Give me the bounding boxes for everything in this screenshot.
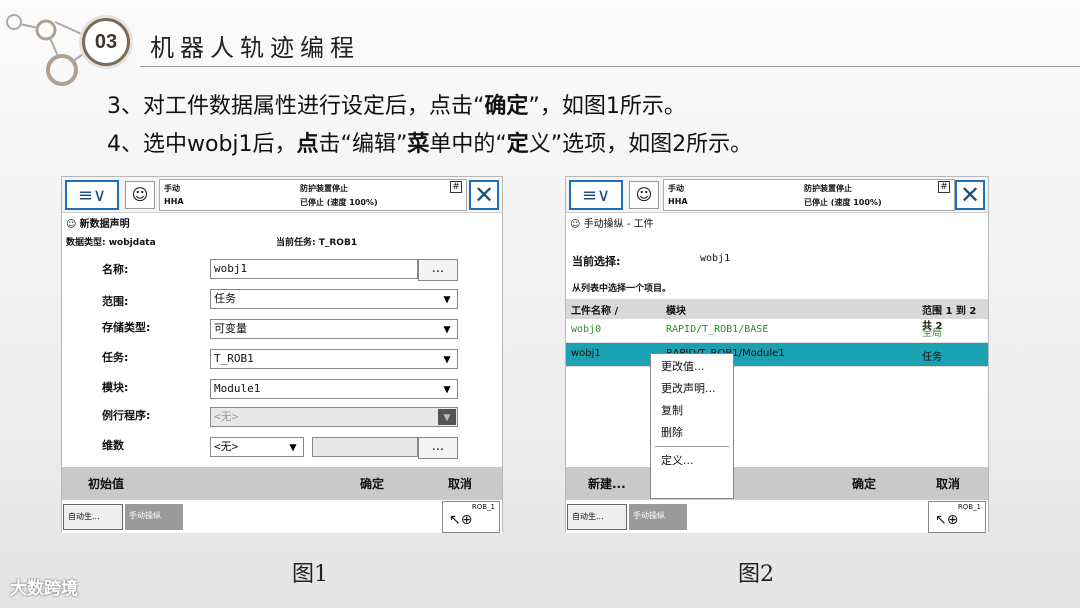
close-button[interactable]: ✕ <box>469 180 499 210</box>
figure-1-caption: 图1 <box>292 562 328 587</box>
name-browse-button[interactable]: ... <box>418 259 458 281</box>
col-module-header[interactable]: 模块 <box>666 302 686 317</box>
cell-name: wobj1 <box>571 348 601 359</box>
close-button[interactable]: ✕ <box>955 180 985 210</box>
module-label: 模块: <box>102 381 129 394</box>
table-row-selected[interactable]: wobj1 RAPID/T_ROB1/Module1 任务 <box>566 343 988 367</box>
menu-item-change-value[interactable]: 更改值... <box>661 358 705 374</box>
hamburger-icon: ≡∨ <box>77 184 107 206</box>
pendant-topbar: ≡∨ ☺ 手动 HHA 防护装置停止 已停止 (速度 100%) # ✕ <box>566 177 988 213</box>
section-title: 机器人轨迹编程 <box>150 34 360 62</box>
ok-button[interactable]: 确定 <box>360 475 384 492</box>
scope-label: 范围: <box>102 295 129 308</box>
close-icon: ✕ <box>959 181 981 209</box>
routine-dropdown: <无> ▼ <box>210 407 458 427</box>
new-button[interactable]: 新建... <box>588 475 626 492</box>
current-selection-value: wobj1 <box>700 253 731 264</box>
chevron-down-icon: ▼ <box>443 382 451 396</box>
task-jogging[interactable]: 手动操纵 <box>629 504 687 530</box>
mode-text: 手动 <box>164 184 180 193</box>
mode-text: 手动 <box>668 184 684 193</box>
menu-item-copy[interactable]: 复制 <box>661 402 683 418</box>
operator-icon[interactable]: ☺ <box>125 181 155 209</box>
step-4-text: 4、选中wobj1后，点击“编辑”菜单中的“定义”选项，如图2所示。 <box>107 132 753 157</box>
window-title: ☺ 新数据声明 <box>66 219 130 230</box>
cell-scope: 任务 <box>922 352 942 363</box>
fig1-pendant-window: ≡∨ ☺ 手动 HHA 防护装置停止 已停止 (速度 100%) # ✕ ☺ 新… <box>61 176 503 533</box>
edit-context-menu: 更改值... 更改声明... 复制 删除 定义... <box>650 353 734 499</box>
step-3-text: 3、对工件数据属性进行设定后，点击“确定”，如图1所示。 <box>107 94 686 119</box>
ok-button[interactable]: 确定 <box>852 475 876 492</box>
current-selection-label: 当前选择: <box>572 255 621 268</box>
status-box: 手动 HHA 防护装置停止 已停止 (速度 100%) <box>159 179 467 211</box>
status-mini-icon: # <box>938 181 950 193</box>
cell-module: RAPID/T_ROB1/BASE <box>666 324 769 335</box>
cancel-button[interactable]: 取消 <box>448 475 472 492</box>
section-badge: 03 <box>82 18 130 66</box>
operator-icon[interactable]: ☺ <box>629 181 659 209</box>
main-menu-button[interactable]: ≡∨ <box>569 180 623 210</box>
pendant-topbar: ≡∨ ☺ 手动 HHA 防护装置停止 已停止 (速度 100%) # ✕ <box>62 177 502 213</box>
status-box: 手动 HHA 防护装置停止 已停止 (速度 100%) <box>663 179 955 211</box>
hamburger-icon: ≡∨ <box>581 184 611 206</box>
dimension-value-field <box>312 437 418 457</box>
cell-scope: 全局 <box>922 328 942 339</box>
menu-item-define[interactable]: 定义... <box>661 452 694 468</box>
cell-name: wobj0 <box>571 324 602 335</box>
robot-status[interactable]: ROB_1 ↖⊕ <box>928 501 986 533</box>
list-hint: 从列表中选择一个项目。 <box>572 284 672 294</box>
brand-watermark: 大数跨境 <box>10 579 78 599</box>
storage-type-label: 存储类型: <box>102 321 151 334</box>
col-name-header[interactable]: 工件名称 / <box>571 302 618 317</box>
taskbar: 自动生... 手动操纵 ROB_1 ↖⊕ <box>62 499 502 533</box>
controller-text: HHA <box>164 197 184 206</box>
module-dropdown[interactable]: Module1 ▼ <box>210 379 458 399</box>
routine-label: 例行程序: <box>102 409 151 422</box>
initial-value-button[interactable]: 初始值 <box>88 475 124 492</box>
main-menu-button[interactable]: ≡∨ <box>65 180 119 210</box>
fig2-pendant-window: ≡∨ ☺ 手动 HHA 防护装置停止 已停止 (速度 100%) # ✕ ☺ 手… <box>565 176 989 533</box>
dimension-dropdown[interactable]: <无> ▼ <box>210 437 304 457</box>
dimension-label: 维数 <box>102 439 124 452</box>
title-divider <box>140 66 1080 67</box>
cancel-button[interactable]: 取消 <box>936 475 960 492</box>
task-auto-generate[interactable]: 自动生... <box>63 504 123 530</box>
chevron-down-icon: ▼ <box>438 409 456 425</box>
command-bar: 初始值 确定 取消 <box>62 467 502 499</box>
state-text: 已停止 (速度 100%) <box>804 198 882 207</box>
close-icon: ✕ <box>473 181 495 209</box>
state-text: 已停止 (速度 100%) <box>300 198 378 207</box>
dimension-browse-button[interactable]: ... <box>418 437 458 459</box>
figure-2-caption: 图2 <box>738 562 774 587</box>
task-jogging[interactable]: 手动操纵 <box>125 504 183 530</box>
axes-icon: ↖⊕ <box>935 512 959 528</box>
storage-type-dropdown[interactable]: 可变量 ▼ <box>210 319 458 339</box>
status-mini-icon: # <box>450 181 462 193</box>
menu-item-delete[interactable]: 删除 <box>661 424 683 440</box>
scope-dropdown[interactable]: 任务 ▼ <box>210 289 458 309</box>
data-type-label: 数据类型: wobjdata <box>66 238 156 248</box>
task-label: 任务: <box>102 351 129 364</box>
axes-icon: ↖⊕ <box>449 512 473 528</box>
safety-text: 防护装置停止 <box>804 184 852 193</box>
menu-divider <box>655 446 729 447</box>
table-header: 工件名称 / 模块 范围 1 到 2 共 2 <box>566 299 988 332</box>
table-row[interactable]: wobj0 RAPID/T_ROB1/BASE 全局 <box>566 319 988 343</box>
chevron-down-icon: ▼ <box>443 352 451 366</box>
controller-text: HHA <box>668 197 688 206</box>
chevron-down-icon: ▼ <box>443 292 451 306</box>
current-task-label: 当前任务: T_ROB1 <box>276 238 358 248</box>
robot-status[interactable]: ROB_1 ↖⊕ <box>442 501 500 533</box>
chevron-down-icon: ▼ <box>289 440 297 454</box>
task-dropdown[interactable]: T_ROB1 ▼ <box>210 349 458 369</box>
safety-text: 防护装置停止 <box>300 184 348 193</box>
menu-item-change-declaration[interactable]: 更改声明... <box>661 380 716 396</box>
name-label: 名称: <box>102 263 129 276</box>
window-title: ☺ 手动操纵 - 工件 <box>570 219 654 230</box>
command-bar: 新建... 编辑 ▼ 确定 取消 <box>566 467 988 499</box>
task-auto-generate[interactable]: 自动生... <box>567 504 627 530</box>
chevron-down-icon: ▼ <box>443 322 451 336</box>
taskbar: 自动生... 手动操纵 ROB_1 ↖⊕ <box>566 499 988 533</box>
name-field[interactable]: wobj1 <box>210 259 418 279</box>
